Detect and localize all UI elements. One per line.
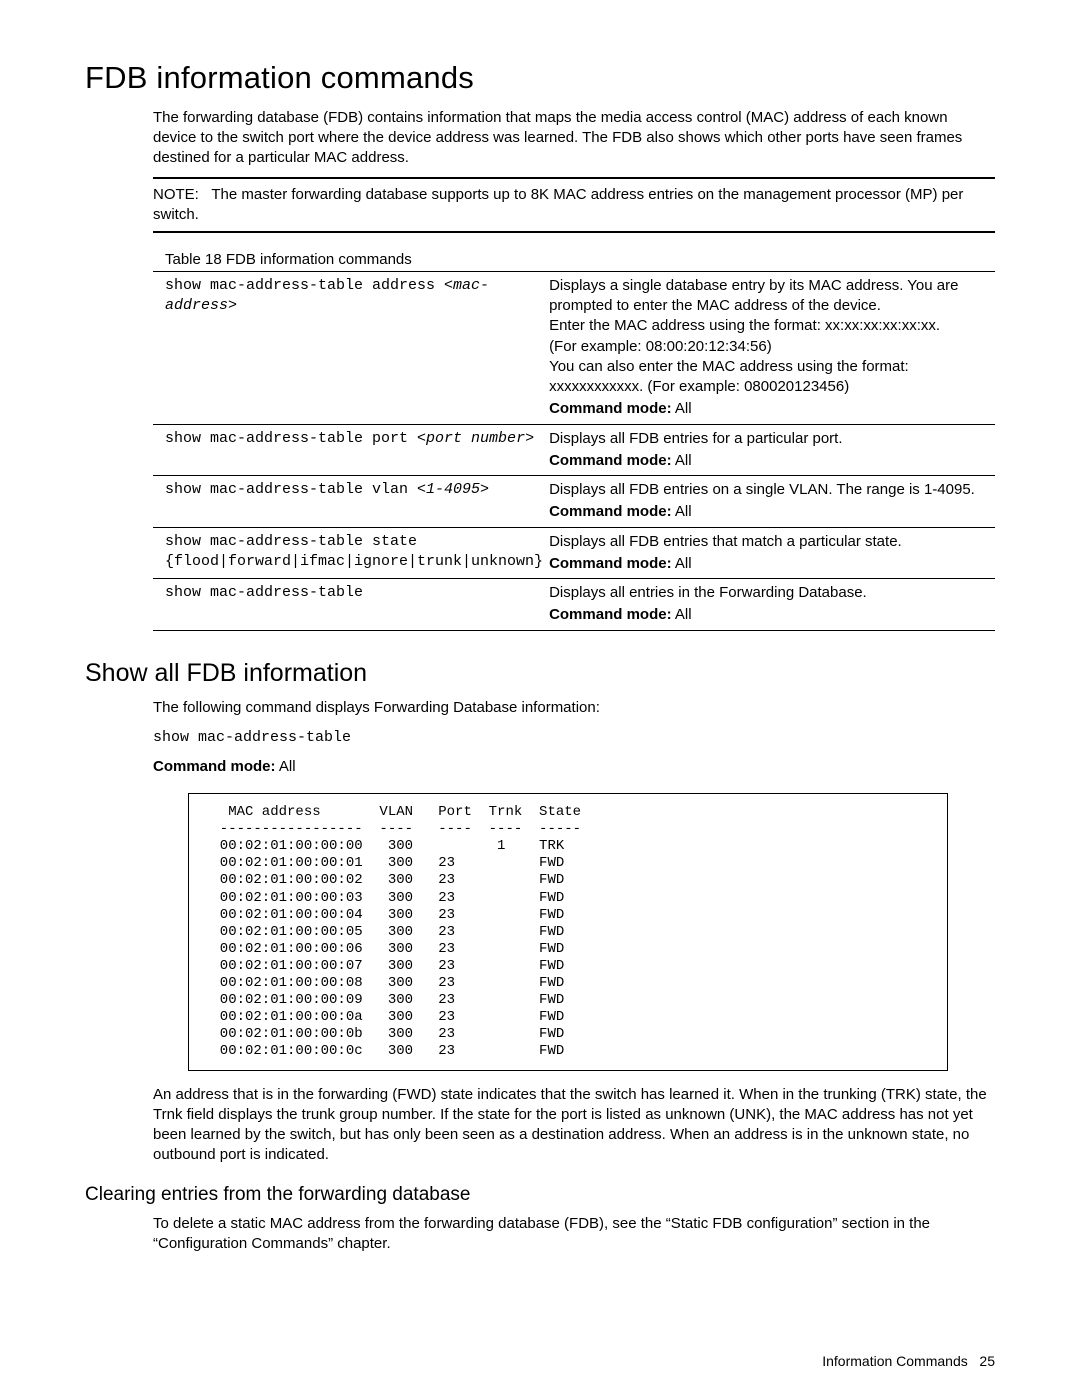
table-row: show mac-address-table port <port number…	[153, 424, 995, 476]
footer-page-number: 25	[979, 1353, 995, 1369]
intro-paragraph: The forwarding database (FDB) contains i…	[153, 108, 995, 167]
fdb-commands-table: show mac-address-table address <mac-addr…	[153, 271, 995, 631]
cmd-mode-label: Command mode:	[549, 452, 672, 469]
note-box: NOTE: The master forwarding database sup…	[153, 177, 995, 233]
show-all-block: The following command displays Forwardin…	[153, 698, 995, 1165]
cmd-text: show mac-address-table vlan	[165, 481, 417, 498]
cmd-mode-label: Command mode:	[549, 606, 672, 623]
command-mode: Command mode: All	[549, 502, 989, 522]
cmd-mode-label: Command mode:	[153, 758, 276, 775]
command-cell: show mac-address-table address <mac-addr…	[153, 271, 549, 424]
desc-line: Displays a single database entry by its …	[549, 277, 958, 314]
command-mode: Command mode: All	[549, 399, 989, 419]
footer-section-label: Information Commands	[822, 1353, 968, 1369]
heading-show-all: Show all FDB information	[85, 659, 995, 688]
show-all-intro: The following command displays Forwardin…	[153, 698, 995, 718]
command-cell: show mac-address-table	[153, 579, 549, 631]
desc-line: Displays all FDB entries on a single VLA…	[549, 481, 975, 498]
terminal-output-box: MAC address VLAN Port Trnk State -------…	[188, 793, 948, 1071]
heading-fdb-commands: FDB information commands	[85, 60, 995, 96]
cmd-text: show mac-address-table port	[165, 430, 417, 447]
command-cell: show mac-address-table port <port number…	[153, 424, 549, 476]
command-cell: show mac-address-table state {flood|forw…	[153, 527, 549, 579]
desc-line: You can also enter the MAC address using…	[549, 358, 909, 395]
desc-line: Displays all FDB entries for a particula…	[549, 430, 842, 447]
page-footer: Information Commands 25	[822, 1353, 995, 1369]
cmd-mode-label: Command mode:	[549, 400, 672, 417]
command-mode: Command mode: All	[549, 554, 989, 574]
description-cell: Displays a single database entry by its …	[549, 271, 995, 424]
table-row: show mac-address-table Displays all entr…	[153, 579, 995, 631]
table-row: show mac-address-table address <mac-addr…	[153, 271, 995, 424]
note-body: The master forwarding database supports …	[153, 186, 963, 223]
cmd-mode-label: Command mode:	[549, 555, 672, 572]
description-cell: Displays all FDB entries for a particula…	[549, 424, 995, 476]
cmd-arg: <1-4095>	[417, 481, 489, 498]
command-cell: show mac-address-table vlan <1-4095>	[153, 476, 549, 528]
cmd-text: show mac-address-table state {flood|forw…	[165, 533, 543, 570]
note-label: NOTE:	[153, 186, 199, 203]
cmd-mode-value: All	[675, 606, 692, 623]
description-cell: Displays all FDB entries on a single VLA…	[549, 476, 995, 528]
desc-line: Displays all FDB entries that match a pa…	[549, 533, 902, 550]
cmd-text: show mac-address-table address	[165, 277, 444, 294]
cmd-mode-value: All	[675, 555, 692, 572]
clearing-block: To delete a static MAC address from the …	[153, 1214, 995, 1254]
command-mode: Command mode: All	[549, 605, 989, 625]
description-cell: Displays all FDB entries that match a pa…	[549, 527, 995, 579]
cmd-mode-value: All	[675, 400, 692, 417]
description-cell: Displays all entries in the Forwarding D…	[549, 579, 995, 631]
table-row: show mac-address-table state {flood|forw…	[153, 527, 995, 579]
command-mode-line: Command mode: All	[153, 757, 995, 777]
desc-line: (For example: 08:00:20:12:34:56)	[549, 338, 772, 355]
terminal-output: MAC address VLAN Port Trnk State -------…	[203, 804, 933, 1060]
intro-block: The forwarding database (FDB) contains i…	[153, 108, 995, 631]
cmd-mode-value: All	[279, 758, 296, 775]
explanation-paragraph: An address that is in the forwarding (FW…	[153, 1085, 995, 1164]
table-caption: Table 18 FDB information commands	[165, 251, 995, 268]
table-row: show mac-address-table vlan <1-4095> Dis…	[153, 476, 995, 528]
cmd-text: show mac-address-table	[165, 584, 363, 601]
cmd-mode-label: Command mode:	[549, 503, 672, 520]
command-mode: Command mode: All	[549, 451, 989, 471]
heading-clearing: Clearing entries from the forwarding dat…	[85, 1184, 995, 1206]
clearing-paragraph: To delete a static MAC address from the …	[153, 1214, 995, 1254]
desc-line: Enter the MAC address using the format: …	[549, 317, 940, 334]
desc-line: Displays all entries in the Forwarding D…	[549, 584, 867, 601]
show-all-command: show mac-address-table	[153, 728, 995, 748]
cmd-arg: <port number>	[417, 430, 534, 447]
cmd-mode-value: All	[675, 452, 692, 469]
page: FDB information commands The forwarding …	[0, 0, 1080, 1397]
cmd-mode-value: All	[675, 503, 692, 520]
